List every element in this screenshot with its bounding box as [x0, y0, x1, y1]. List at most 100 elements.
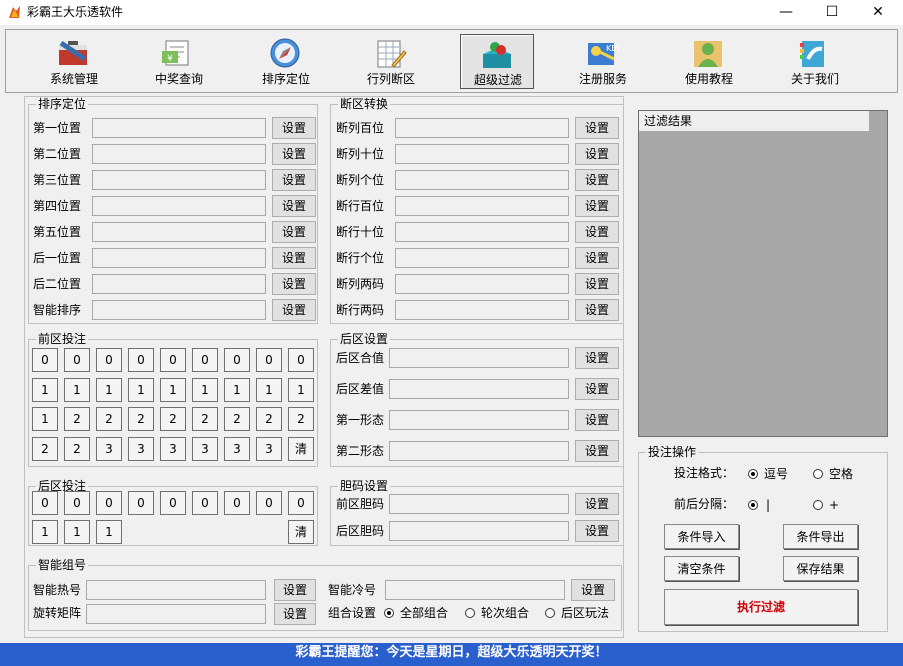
- front-number-button[interactable]: 2: [64, 437, 90, 461]
- back-number-button[interactable]: 1: [64, 520, 90, 544]
- sort-position-set-button[interactable]: 设置: [272, 143, 316, 165]
- maximize-button[interactable]: ☐: [809, 0, 855, 25]
- break-zone-set-button[interactable]: 设置: [575, 169, 619, 191]
- front-number-button[interactable]: 0: [256, 348, 282, 372]
- toolbar-button-6[interactable]: KEY 注册服务: [566, 34, 640, 89]
- front-number-button[interactable]: 1: [32, 378, 58, 402]
- back-setting-field[interactable]: [389, 348, 569, 368]
- front-number-button[interactable]: 0: [128, 348, 154, 372]
- front-number-button[interactable]: 2: [224, 407, 250, 431]
- front-number-button[interactable]: 2: [288, 407, 314, 431]
- filter-result-list[interactable]: [638, 110, 888, 437]
- break-zone-set-button[interactable]: 设置: [575, 273, 619, 295]
- sort-position-set-button[interactable]: 设置: [272, 273, 316, 295]
- back-number-button[interactable]: 0: [128, 491, 154, 515]
- sort-position-field[interactable]: [92, 300, 266, 320]
- front-number-button[interactable]: 0: [96, 348, 122, 372]
- break-zone-set-button[interactable]: 设置: [575, 299, 619, 321]
- back-setting-field[interactable]: [389, 379, 569, 399]
- sort-position-field[interactable]: [92, 248, 266, 268]
- break-zone-field[interactable]: [395, 248, 569, 268]
- toolbar-button-7[interactable]: 使用教程: [672, 34, 746, 89]
- combo-option-radio[interactable]: [545, 608, 555, 618]
- front-number-button[interactable]: 3: [192, 437, 218, 461]
- sort-position-set-button[interactable]: 设置: [272, 221, 316, 243]
- front-number-button[interactable]: 3: [96, 437, 122, 461]
- toolbar-button-8[interactable]: 关于我们: [778, 34, 852, 89]
- format-space-radio[interactable]: [813, 469, 823, 479]
- separator-plus-radio[interactable]: [813, 500, 823, 510]
- back-setting-set-button[interactable]: 设置: [575, 347, 619, 369]
- front-number-button[interactable]: 0: [288, 348, 314, 372]
- sort-position-field[interactable]: [92, 118, 266, 138]
- sort-position-set-button[interactable]: 设置: [272, 117, 316, 139]
- back-setting-set-button[interactable]: 设置: [575, 378, 619, 400]
- combo-option-radio[interactable]: [384, 608, 394, 618]
- front-number-button[interactable]: 1: [256, 378, 282, 402]
- back-setting-set-button[interactable]: 设置: [575, 409, 619, 431]
- save-results-button[interactable]: 保存结果: [783, 556, 858, 581]
- rotate-matrix-set-button[interactable]: 设置: [274, 603, 316, 625]
- run-filter-button[interactable]: 执行过滤: [664, 589, 858, 625]
- front-number-button[interactable]: 0: [32, 348, 58, 372]
- sort-position-set-button[interactable]: 设置: [272, 247, 316, 269]
- break-zone-field[interactable]: [395, 144, 569, 164]
- front-number-button[interactable]: 3: [128, 437, 154, 461]
- back-number-button[interactable]: 0: [96, 491, 122, 515]
- back-clear-button[interactable]: 清: [288, 520, 314, 544]
- front-number-button[interactable]: 3: [160, 437, 186, 461]
- break-zone-field[interactable]: [395, 118, 569, 138]
- dan-code-field[interactable]: [389, 494, 569, 514]
- back-number-button[interactable]: 0: [288, 491, 314, 515]
- front-number-button[interactable]: 1: [64, 378, 90, 402]
- sort-position-set-button[interactable]: 设置: [272, 299, 316, 321]
- toolbar-button-4[interactable]: 行列断区: [354, 34, 428, 89]
- back-number-button[interactable]: 0: [192, 491, 218, 515]
- break-zone-set-button[interactable]: 设置: [575, 221, 619, 243]
- front-number-button[interactable]: 0: [224, 348, 250, 372]
- close-button[interactable]: ✕: [855, 0, 901, 25]
- front-clear-button[interactable]: 清: [288, 437, 314, 461]
- smart-hot-set-button[interactable]: 设置: [274, 579, 316, 601]
- front-number-button[interactable]: 1: [128, 378, 154, 402]
- front-number-button[interactable]: 1: [32, 407, 58, 431]
- back-number-button[interactable]: 0: [64, 491, 90, 515]
- dan-code-set-button[interactable]: 设置: [575, 520, 619, 542]
- sort-position-field[interactable]: [92, 222, 266, 242]
- back-number-button[interactable]: 0: [224, 491, 250, 515]
- break-zone-set-button[interactable]: 设置: [575, 143, 619, 165]
- sort-position-field[interactable]: [92, 196, 266, 216]
- front-number-button[interactable]: 2: [256, 407, 282, 431]
- export-conditions-button[interactable]: 条件导出: [783, 524, 858, 549]
- front-number-button[interactable]: 0: [64, 348, 90, 372]
- back-setting-field[interactable]: [389, 410, 569, 430]
- toolbar-button-1[interactable]: 系统管理: [37, 34, 111, 89]
- front-number-button[interactable]: 1: [192, 378, 218, 402]
- front-number-button[interactable]: 3: [256, 437, 282, 461]
- back-setting-set-button[interactable]: 设置: [575, 440, 619, 462]
- import-conditions-button[interactable]: 条件导入: [664, 524, 739, 549]
- front-number-button[interactable]: 2: [192, 407, 218, 431]
- break-zone-field[interactable]: [395, 274, 569, 294]
- sort-position-set-button[interactable]: 设置: [272, 195, 316, 217]
- break-zone-field[interactable]: [395, 300, 569, 320]
- smart-cold-set-button[interactable]: 设置: [571, 579, 615, 601]
- front-number-button[interactable]: 2: [96, 407, 122, 431]
- back-number-button[interactable]: 1: [32, 520, 58, 544]
- dan-code-set-button[interactable]: 设置: [575, 493, 619, 515]
- dan-code-field[interactable]: [389, 521, 569, 541]
- front-number-button[interactable]: 2: [128, 407, 154, 431]
- back-number-button[interactable]: 0: [256, 491, 282, 515]
- combo-option-radio[interactable]: [465, 608, 475, 618]
- separator-pipe-radio[interactable]: [748, 500, 758, 510]
- front-number-button[interactable]: 1: [288, 378, 314, 402]
- sort-position-field[interactable]: [92, 274, 266, 294]
- front-number-button[interactable]: 3: [224, 437, 250, 461]
- break-zone-set-button[interactable]: 设置: [575, 247, 619, 269]
- smart-cold-field[interactable]: [385, 580, 565, 600]
- back-number-button[interactable]: 0: [160, 491, 186, 515]
- back-setting-field[interactable]: [389, 441, 569, 461]
- break-zone-field[interactable]: [395, 222, 569, 242]
- sort-position-set-button[interactable]: 设置: [272, 169, 316, 191]
- back-number-button[interactable]: 0: [32, 491, 58, 515]
